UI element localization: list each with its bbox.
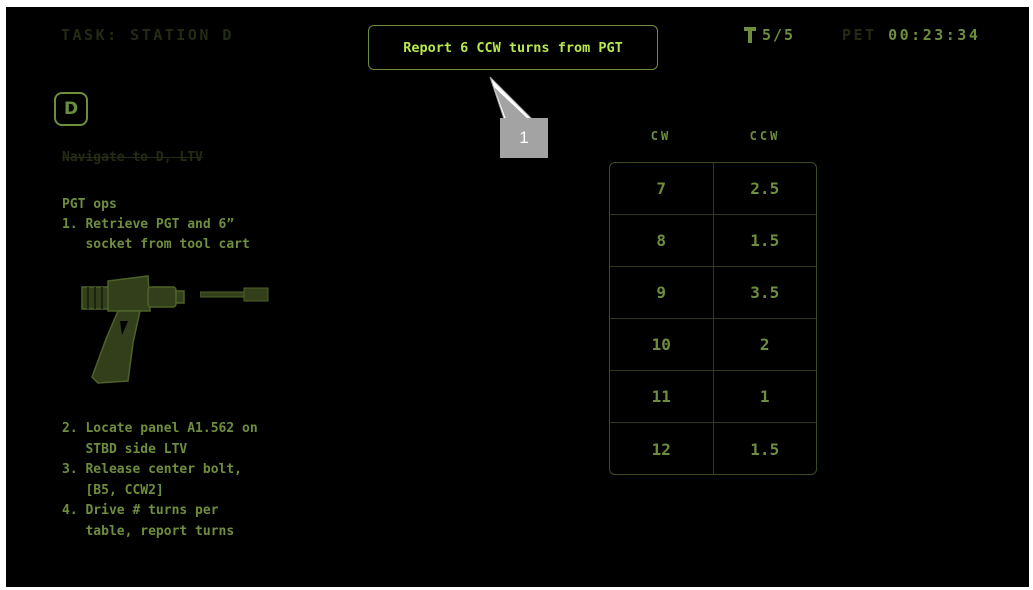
table-cell-ccw: 3.5 [750,283,780,302]
table-cell-cw: 10 [610,319,714,370]
table-cell-cw: 9 [610,267,714,318]
ops-title: PGT ops [62,197,117,212]
table-cell-cw: 11 [610,371,714,422]
table-row: 11 1 [610,371,816,423]
instruction-callout: Report 6 CCW turns from PGT [368,25,658,70]
hammer-icon [744,27,756,43]
pet-label: PET [842,26,877,44]
table-cell-cw: 7 [610,163,714,214]
completed-step: Navigate to D, LTV [62,150,203,165]
ops-item-line: STBD side LTV [62,441,188,457]
ops-item-line: table, report turns [62,523,235,539]
pet-time: 00:23:34 [888,26,981,44]
pet-clock: PET 00:23:34 [842,26,980,44]
ops-item-line: 2. Locate panel A1.562 on [62,421,258,436]
column-header-cw: CW [650,129,672,143]
table-row: 9 3.5 [610,267,816,319]
task-title: TASK: STATION D [61,26,234,44]
socket-extension-icon [200,287,269,302]
table-row: 12 1.5 [610,423,816,474]
hud-screen: TASK: STATION D Report 6 CCW turns from … [6,7,1029,587]
callout-text: Report 6 CCW turns from PGT [403,39,623,56]
ops-item-line: 3. Release center bolt, [62,462,243,477]
table-cell-ccw: 1.5 [750,231,780,250]
ops-item-line: [B5, CCW2] [62,482,164,498]
table-row: 10 2 [610,319,816,371]
annotation-badge: 1 [500,118,548,158]
table-cell-cw: 8 [610,215,714,266]
step-counter: 5/5 [744,26,795,44]
table-row: 8 1.5 [610,215,816,267]
table-cell-ccw: 1 [759,387,770,406]
ops-block-continued: 2. Locate panel A1.562 on STBD side LTV … [62,419,258,542]
column-header-ccw: CCW [749,129,781,143]
table-cell-ccw: 2.5 [750,179,780,198]
step-letter-badge: D [54,92,88,126]
step-counter-value: 5/5 [762,26,796,44]
table-cell-ccw: 1.5 [750,439,780,459]
ops-item-line: socket from tool cart [62,237,250,252]
table-cell-ccw: 2 [759,335,770,354]
table-cell-cw: 12 [610,423,714,474]
ops-item-line: 4. Drive # turns per [62,503,219,518]
table-row: 7 2.5 [610,163,816,215]
turns-table: 7 2.5 8 1.5 9 3.5 10 2 11 1 12 1.5 [609,162,817,475]
ops-item-line: 1. Retrieve PGT and 6” [62,217,235,232]
ops-block: PGT ops 1. Retrieve PGT and 6” socket fr… [62,195,250,255]
